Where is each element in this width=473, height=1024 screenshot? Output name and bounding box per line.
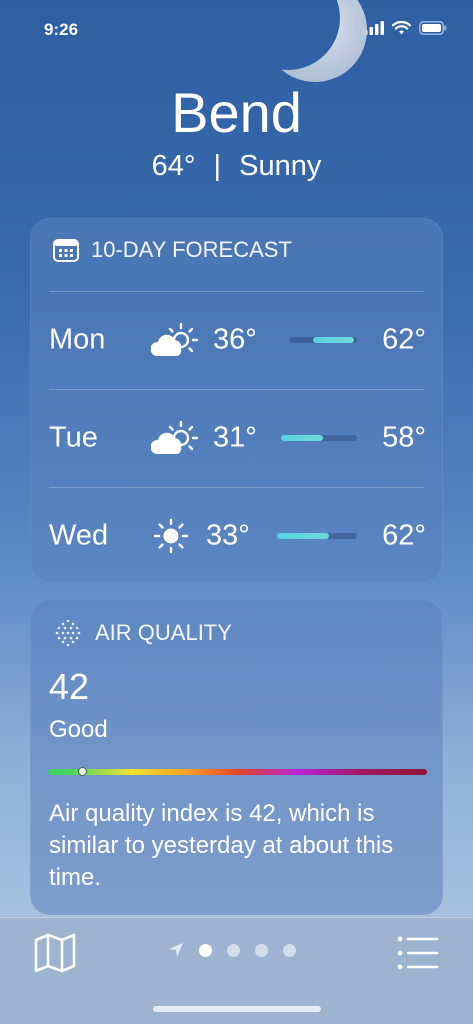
forecast-day: Mon: [49, 323, 106, 356]
air-quality-card[interactable]: AIR QUALITY 42 Good Air quality index is…: [30, 599, 443, 915]
status-bar: 9:26: [0, 0, 473, 60]
page-dot[interactable]: [255, 943, 268, 957]
forecast-low: 31°: [213, 421, 257, 454]
temperature-range-bar: [277, 533, 357, 539]
current-condition: Sunny: [239, 150, 322, 182]
map-icon[interactable]: [34, 933, 76, 973]
forecast-row[interactable]: Wed 33° 62°: [31, 487, 444, 585]
battery-icon: [419, 21, 447, 35]
air-quality-header: AIR QUALITY: [53, 618, 232, 648]
page-dot[interactable]: [283, 943, 296, 957]
sun-icon: [153, 518, 189, 554]
page-dot[interactable]: [227, 943, 240, 957]
page-indicator[interactable]: [168, 942, 296, 958]
calendar-icon: [53, 239, 79, 262]
aqi-scale-indicator: [77, 767, 87, 776]
forecast-day: Tue: [49, 421, 98, 454]
list-icon[interactable]: [396, 933, 440, 973]
bottom-toolbar: [0, 917, 473, 1024]
current-conditions: 64° | Sunny: [0, 150, 473, 183]
page-dot[interactable]: [199, 943, 212, 957]
forecast-header: 10-DAY FORECAST: [53, 237, 292, 263]
air-quality-title: AIR QUALITY: [95, 620, 232, 645]
current-temperature: 64°: [151, 150, 196, 182]
city-name: Bend: [171, 81, 302, 144]
temperature-range-fill: [277, 533, 329, 539]
wifi-icon: [392, 21, 411, 35]
aqi-category: Good: [49, 716, 108, 743]
air-quality-icon: [55, 619, 81, 647]
forecast-card[interactable]: 10-DAY FORECAST Mon 36° 62° Tue 31° 58° …: [30, 218, 443, 583]
partly-cloudy-icon: [151, 322, 199, 356]
aqi-scale-bar: [48, 767, 427, 776]
temperature-range-fill: [312, 337, 354, 343]
home-indicator[interactable]: [153, 1006, 321, 1012]
forecast-low: 36°: [213, 323, 257, 356]
forecast-row[interactable]: Tue 31° 58°: [31, 389, 444, 487]
temperature-range-fill: [281, 435, 323, 441]
location-arrow-icon[interactable]: [168, 942, 184, 958]
forecast-high: 62°: [382, 323, 426, 356]
partly-cloudy-icon: [151, 420, 199, 454]
temperature-range-bar: [281, 435, 357, 441]
forecast-title: 10-DAY FORECAST: [91, 237, 292, 262]
aqi-description: Air quality index is 42, which is simila…: [49, 800, 394, 891]
forecast-day: Wed: [49, 519, 109, 552]
aqi-value: 42: [49, 666, 90, 707]
status-time: 9:26: [44, 20, 79, 39]
conditions-separator: |: [213, 150, 222, 182]
forecast-row[interactable]: Mon 36° 62°: [31, 291, 444, 389]
temperature-range-bar: [289, 337, 357, 343]
forecast-high: 58°: [382, 421, 426, 454]
forecast-low: 33°: [206, 519, 250, 552]
forecast-high: 62°: [382, 519, 426, 552]
